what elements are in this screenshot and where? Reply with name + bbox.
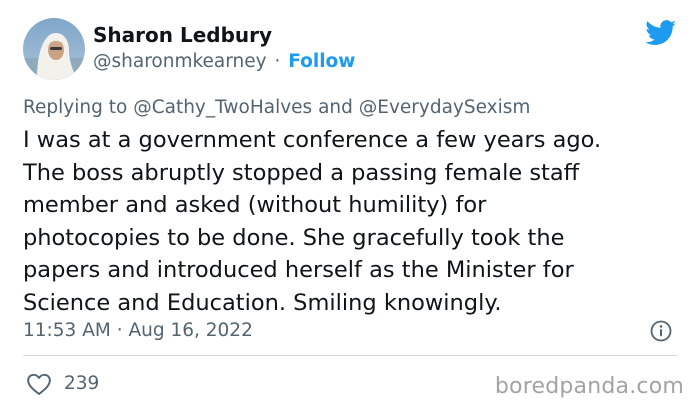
follow-button[interactable]: Follow — [288, 51, 355, 72]
like-count: 239 — [64, 373, 100, 394]
heart-glyph — [27, 373, 51, 395]
author-handle[interactable]: @sharonmkearney — [93, 51, 267, 72]
tweet-card: Sharon Ledbury @sharonmkearney · Follow … — [0, 0, 700, 410]
replying-to-prefix: Replying to — [23, 97, 128, 118]
mention-cathy-twohalves[interactable]: @Cathy_TwoHalves — [133, 97, 312, 118]
author-handle-row: @sharonmkearney · Follow — [93, 50, 355, 74]
tweet-timestamp[interactable]: 11:53 AM · Aug 16, 2022 — [23, 319, 253, 343]
info-glyph — [650, 320, 672, 342]
info-icon[interactable] — [649, 319, 673, 343]
twitter-bird-glyph — [645, 20, 677, 45]
replying-to-and: and — [318, 97, 353, 118]
avatar[interactable] — [23, 18, 85, 80]
author-name[interactable]: Sharon Ledbury — [93, 23, 272, 47]
separator-dot: · — [274, 51, 281, 72]
boredpanda-watermark: boredpanda.com — [494, 374, 684, 399]
heart-icon[interactable] — [26, 372, 52, 396]
mention-everydaysexism[interactable]: @EverydaySexism — [359, 97, 531, 118]
tweet-body-text: I was at a government conference a few y… — [23, 127, 602, 316]
avatar-photo — [23, 18, 85, 80]
twitter-bird-icon[interactable] — [645, 20, 677, 46]
divider — [23, 355, 677, 356]
replying-to-line: Replying to @Cathy_TwoHalves and @Everyd… — [23, 96, 530, 120]
